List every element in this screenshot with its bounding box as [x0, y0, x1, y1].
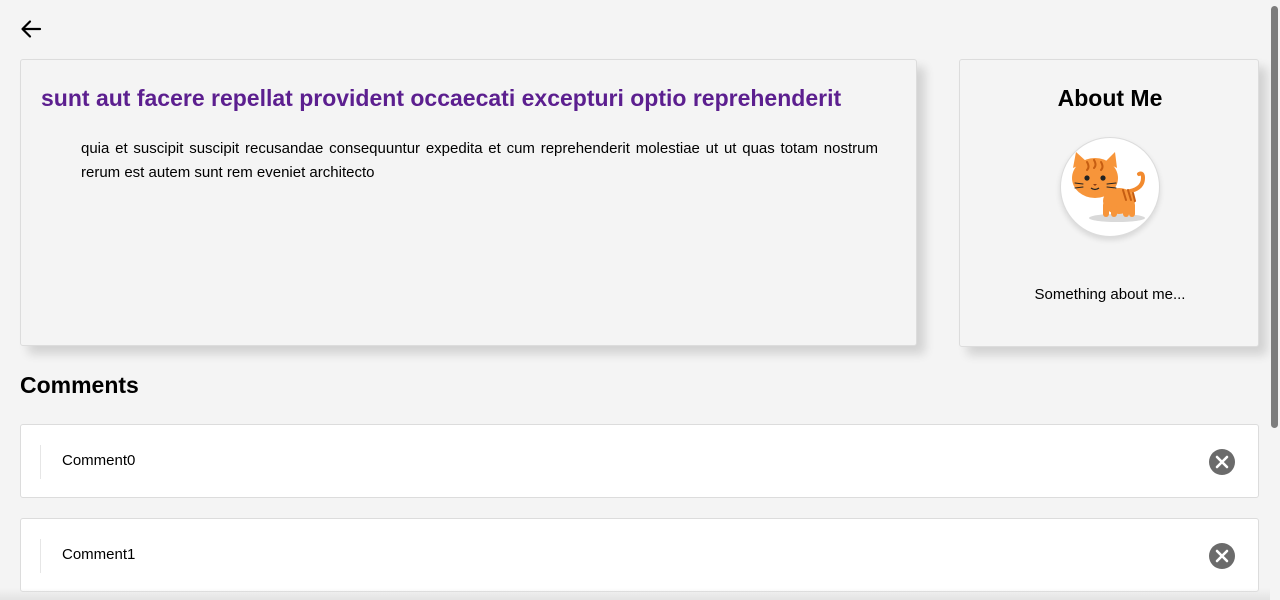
- close-circle-icon: [1209, 543, 1235, 569]
- comments-heading: Comments: [20, 372, 139, 398]
- comment-divider: [40, 445, 41, 479]
- comment-text: Comment0: [62, 452, 136, 469]
- post-detail-page: sunt aut facere repellat provident occae…: [0, 0, 1280, 600]
- avatar: [1060, 137, 1160, 237]
- back-button[interactable]: [16, 14, 46, 44]
- delete-comment-button[interactable]: [1208, 542, 1236, 570]
- post-body: quia et suscipit suscipit recusandae con…: [81, 140, 878, 181]
- delete-comment-button[interactable]: [1208, 448, 1236, 476]
- comment-item: Comment1: [20, 518, 1259, 592]
- about-me-card: About Me Something about me...: [959, 59, 1259, 347]
- post-title: sunt aut facere repellat provident occae…: [41, 85, 842, 111]
- close-circle-icon: [1209, 449, 1235, 475]
- comment-divider: [40, 539, 41, 573]
- cat-avatar-icon: [1072, 152, 1146, 222]
- comment-text: Comment1: [62, 546, 136, 563]
- comment-item: Comment0: [20, 424, 1259, 498]
- page-scrollbar[interactable]: [1270, 0, 1280, 600]
- arrow-left-icon: [21, 20, 42, 38]
- post-card: sunt aut facere repellat provident occae…: [20, 59, 917, 346]
- scrollbar-thumb[interactable]: [1271, 6, 1278, 428]
- about-me-text: Something about me...: [1034, 286, 1186, 303]
- about-me-title: About Me: [1057, 85, 1163, 111]
